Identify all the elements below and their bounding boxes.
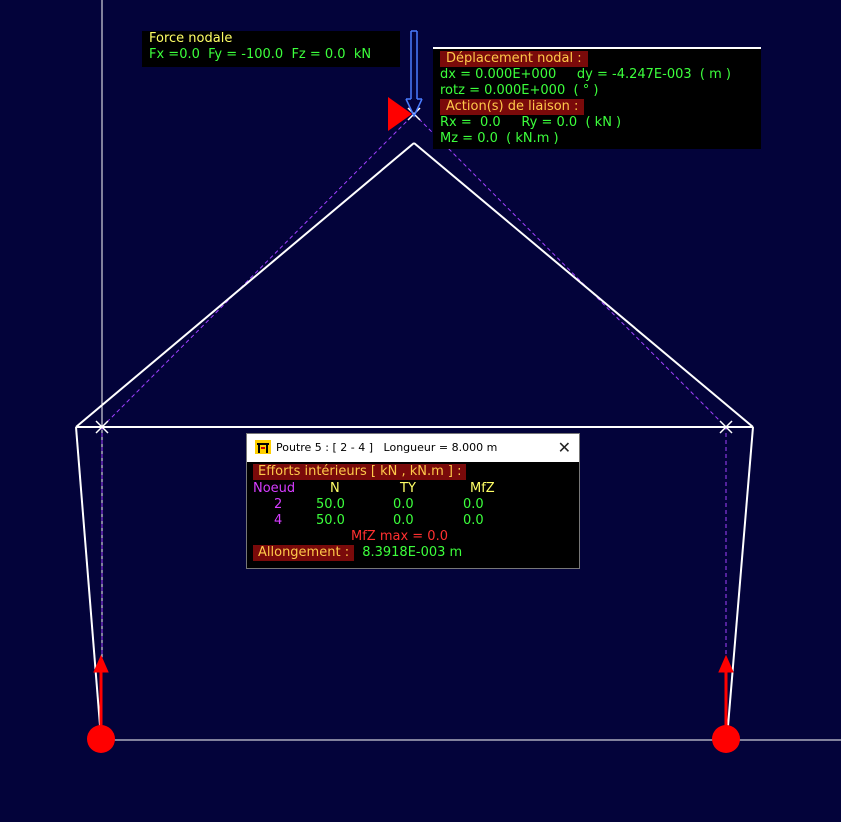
nodal-displacement-title: Déplacement nodal :	[440, 51, 588, 67]
rafter-left	[75, 142, 415, 428]
beam-info-window[interactable]: Poutre 5 : [ 2 - 4 ] Longueur = 8.000 m …	[246, 433, 580, 569]
reactions-line-1: Rx = 0.0 Ry = 0.0 ( kN )	[440, 115, 622, 130]
nodal-load-arrow-icon	[405, 30, 423, 118]
table-row: 2 50.0 0.0 0.0	[274, 497, 484, 512]
nodal-force-panel: Force nodale Fx =0.0 Fy = -100.0 Fz = 0.…	[142, 31, 400, 67]
col-n: N	[330, 481, 340, 496]
beam-info-body: Efforts intérieurs [ kN , kN.m ] : Noeud…	[247, 462, 579, 562]
rafter-right	[413, 142, 754, 428]
beam-info-title: Poutre 5 : [ 2 - 4 ] Longueur = 8.000 m	[276, 441, 498, 454]
reactions-line-2: Mz = 0.0 ( kN.m )	[440, 131, 559, 146]
beam-info-titlebar[interactable]: Poutre 5 : [ 2 - 4 ] Longueur = 8.000 m …	[247, 434, 579, 462]
displacement-line-1: dx = 0.000E+000 dy = -4.247E-003 ( m )	[440, 67, 731, 82]
column-right	[726, 426, 754, 739]
col-mfz: MfZ	[470, 481, 495, 496]
reactions-title: Action(s) de liaison :	[440, 99, 585, 115]
nodal-force-title: Force nodale	[149, 31, 233, 46]
displacement-line-2: rotz = 0.000E+000 ( ° )	[440, 83, 599, 98]
reaction-arrow-icon	[93, 654, 734, 732]
elongation-value: 8.3918E-003 m	[362, 545, 463, 560]
nodal-displacement-panel: Déplacement nodal : dx = 0.000E+000 dy =…	[433, 47, 761, 149]
elongation-label: Allongement :	[253, 545, 355, 561]
column-left	[75, 426, 102, 739]
table-row: 4 50.0 0.0 0.0	[274, 513, 484, 528]
col-noeud: Noeud	[253, 481, 296, 496]
efforts-title: Efforts intérieurs [ kN , kN.m ] :	[253, 464, 467, 480]
col-ty: TY	[400, 481, 416, 496]
roller-support-icon[interactable]	[388, 97, 412, 131]
close-icon[interactable]: ✕	[558, 438, 571, 457]
node-cross-icon[interactable]	[95, 107, 733, 434]
nodal-force-values: Fx =0.0 Fy = -100.0 Fz = 0.0 kN	[149, 47, 372, 62]
mfz-max: MfZ max = 0.0	[351, 529, 448, 544]
app-icon	[255, 440, 271, 454]
